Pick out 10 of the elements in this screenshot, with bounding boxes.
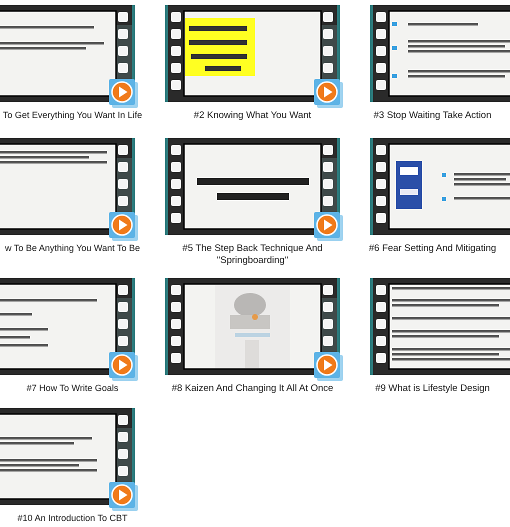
video-title[interactable]: w To Be Anything You Want To Be <box>5 243 140 254</box>
video-title[interactable]: #9 What is Lifestyle Design <box>375 383 490 395</box>
video-title[interactable]: #7 How To Write Goals <box>26 383 118 394</box>
video-title[interactable]: To Get Everything You Want In Life <box>2 110 142 122</box>
video-title[interactable]: #10 An Introduction To CBT <box>18 513 128 524</box>
video-title[interactable]: #2 Knowing What You Want <box>194 110 312 122</box>
video-title[interactable]: #6 Fear Setting And Mitigating <box>368 243 496 255</box>
video-title[interactable]: #8 Kaizen And Changing It All At Once <box>172 383 334 395</box>
video-title[interactable]: #5 The Step Back Technique And ''Springboarding'' <box>162 243 342 267</box>
video-title[interactable]: #3 Stop Waiting Take Action <box>374 110 492 122</box>
